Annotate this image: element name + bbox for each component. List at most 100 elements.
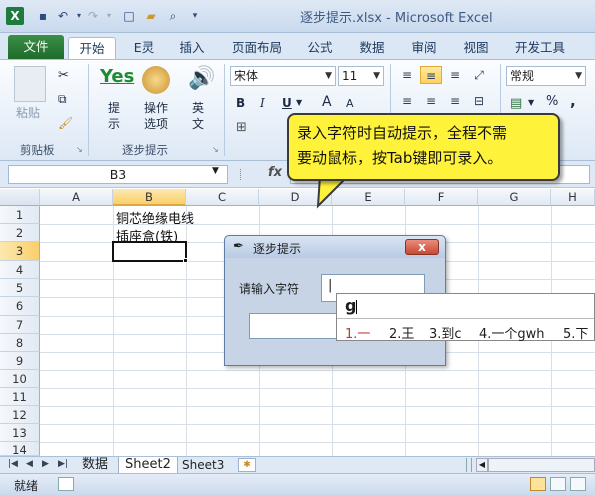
ime-candidate-5[interactable]: 5.下 bbox=[563, 323, 588, 342]
splitter-handle[interactable] bbox=[240, 169, 243, 180]
paste-button[interactable]: 粘贴 bbox=[16, 104, 40, 121]
chevron-down-icon[interactable]: ▼ bbox=[296, 98, 302, 107]
tab-eling[interactable]: E灵 bbox=[124, 37, 164, 59]
format-painter-icon[interactable]: 🖌 bbox=[58, 116, 73, 130]
grow-font-button[interactable]: A bbox=[322, 94, 332, 110]
tab-formulas[interactable]: 公式 bbox=[298, 37, 342, 59]
row-header-12[interactable]: 12 bbox=[0, 406, 40, 424]
close-button[interactable]: x bbox=[405, 239, 439, 255]
align-top-icon[interactable]: ≡ bbox=[396, 66, 418, 84]
align-left-icon[interactable]: ≡ bbox=[396, 92, 418, 110]
column-header-c[interactable]: C bbox=[186, 189, 259, 206]
redo-dropdown-icon[interactable]: ▾ bbox=[100, 8, 118, 24]
sheet-tab-data[interactable]: 数据 bbox=[76, 457, 114, 474]
row-header-9[interactable]: 9 bbox=[0, 352, 40, 370]
print-preview-icon[interactable]: ⌕ bbox=[164, 8, 182, 24]
tab-insert[interactable]: 插入 bbox=[170, 37, 214, 59]
tab-view[interactable]: 视图 bbox=[454, 37, 498, 59]
align-right-icon[interactable]: ≡ bbox=[444, 92, 466, 110]
open-icon[interactable]: ▰ bbox=[142, 8, 160, 24]
align-bottom-icon[interactable]: ≡ bbox=[444, 66, 466, 84]
dialog-launcher-icon[interactable]: ↘ bbox=[212, 145, 219, 154]
orientation-icon[interactable]: ⤢ bbox=[468, 66, 490, 84]
shrink-font-button[interactable]: A bbox=[346, 97, 354, 110]
options-button[interactable]: 操作 选项 bbox=[144, 100, 168, 132]
customize-icon[interactable]: ▾ bbox=[186, 8, 204, 24]
scroll-left-icon[interactable]: ◀ bbox=[476, 458, 488, 472]
comma-button[interactable]: , bbox=[570, 92, 576, 110]
excel-logo[interactable]: X bbox=[6, 7, 24, 25]
number-format-select[interactable]: 常规 ▼ bbox=[506, 66, 586, 86]
cut-icon[interactable]: ✂ bbox=[58, 68, 69, 83]
first-sheet-icon[interactable]: |◀ bbox=[8, 459, 18, 469]
row-header-6[interactable]: 6 bbox=[0, 297, 40, 316]
english-button[interactable]: 英 文 bbox=[192, 100, 204, 132]
align-center-icon[interactable]: ≡ bbox=[420, 92, 442, 110]
bold-button[interactable]: B bbox=[236, 96, 245, 110]
normal-view-icon[interactable] bbox=[530, 477, 546, 491]
ime-candidate-3[interactable]: 3.到c bbox=[429, 323, 462, 342]
fill-handle[interactable] bbox=[183, 258, 188, 263]
row-header-7[interactable]: 7 bbox=[0, 316, 40, 334]
align-middle-icon[interactable]: ≡ bbox=[420, 66, 442, 84]
save-icon[interactable]: ▪ bbox=[34, 8, 52, 24]
column-header-a[interactable]: A bbox=[40, 189, 113, 206]
tab-file[interactable]: 文件 bbox=[8, 35, 64, 59]
sheet-tab-sheet3[interactable]: Sheet3 bbox=[176, 457, 230, 474]
row-header-14[interactable]: 14 bbox=[0, 442, 40, 456]
tab-split-handle[interactable] bbox=[466, 458, 472, 472]
currency-icon[interactable]: ▤ bbox=[510, 96, 522, 111]
prompt-button[interactable]: 提 示 bbox=[108, 100, 120, 132]
page-layout-view-icon[interactable] bbox=[550, 477, 566, 491]
tab-review[interactable]: 审阅 bbox=[402, 37, 446, 59]
percent-button[interactable]: % bbox=[546, 94, 558, 109]
yes-icon[interactable]: Yes bbox=[100, 66, 134, 87]
prev-sheet-icon[interactable]: ◀ bbox=[26, 459, 33, 469]
ime-candidate-4[interactable]: 4.一个gwh bbox=[479, 323, 545, 342]
row-header-8[interactable]: 8 bbox=[0, 334, 40, 352]
font-size-select[interactable]: 11 ▼ bbox=[338, 66, 384, 86]
italic-button[interactable]: I bbox=[260, 96, 265, 110]
paste-icon[interactable] bbox=[14, 66, 46, 102]
options-icon[interactable] bbox=[142, 66, 170, 94]
select-all-corner[interactable] bbox=[0, 189, 40, 206]
font-name-select[interactable]: 宋体 ▼ bbox=[230, 66, 336, 86]
new-icon[interactable]: □ bbox=[120, 8, 138, 24]
column-header-h[interactable]: H bbox=[551, 189, 595, 206]
row-header-13[interactable]: 13 bbox=[0, 424, 40, 442]
tab-page-layout[interactable]: 页面布局 bbox=[224, 37, 290, 59]
row-header-3[interactable]: 3 bbox=[0, 242, 40, 261]
insert-function-button[interactable]: fx bbox=[268, 165, 282, 180]
chevron-down-icon[interactable]: ▼ bbox=[212, 166, 219, 176]
column-header-g[interactable]: G bbox=[478, 189, 551, 206]
dialog-title-bar[interactable]: ✒ 逐步提示 x bbox=[225, 236, 445, 258]
tab-home[interactable]: 开始 bbox=[68, 37, 116, 59]
active-cell-b3[interactable] bbox=[112, 241, 187, 262]
dialog-launcher-icon[interactable]: ↘ bbox=[76, 145, 83, 154]
row-header-10[interactable]: 10 bbox=[0, 370, 40, 388]
underline-button[interactable]: U bbox=[282, 96, 292, 110]
copy-icon[interactable]: ⧉ bbox=[58, 92, 67, 107]
speaker-icon[interactable]: 🔊 bbox=[188, 66, 215, 91]
merge-icon[interactable]: ⊟ bbox=[468, 92, 490, 110]
insert-sheet-icon[interactable]: ✱ bbox=[238, 458, 256, 472]
column-header-f[interactable]: F bbox=[405, 189, 478, 206]
row-header-1[interactable]: 1 bbox=[0, 206, 40, 224]
row-header-4[interactable]: 4 bbox=[0, 261, 40, 279]
row-header-11[interactable]: 11 bbox=[0, 388, 40, 406]
cell-b1[interactable]: 铜芯绝缘电线 bbox=[116, 208, 194, 227]
last-sheet-icon[interactable]: ▶| bbox=[58, 459, 68, 469]
page-break-view-icon[interactable] bbox=[570, 477, 586, 491]
row-header-5[interactable]: 5 bbox=[0, 279, 40, 297]
border-icon[interactable]: ⊞ bbox=[236, 120, 247, 135]
ime-candidate-2[interactable]: 2.王 bbox=[389, 323, 414, 342]
row-header-2[interactable]: 2 bbox=[0, 224, 40, 242]
column-header-b[interactable]: B bbox=[113, 189, 186, 206]
macro-record-icon[interactable] bbox=[58, 477, 74, 491]
sheet-tab-sheet2[interactable]: Sheet2 bbox=[118, 457, 178, 474]
tab-developer[interactable]: 开发工具 bbox=[506, 37, 574, 59]
tab-data[interactable]: 数据 bbox=[350, 37, 394, 59]
horizontal-scrollbar[interactable] bbox=[488, 458, 595, 472]
chevron-down-icon[interactable]: ▼ bbox=[528, 98, 534, 107]
result-input[interactable] bbox=[249, 313, 339, 339]
